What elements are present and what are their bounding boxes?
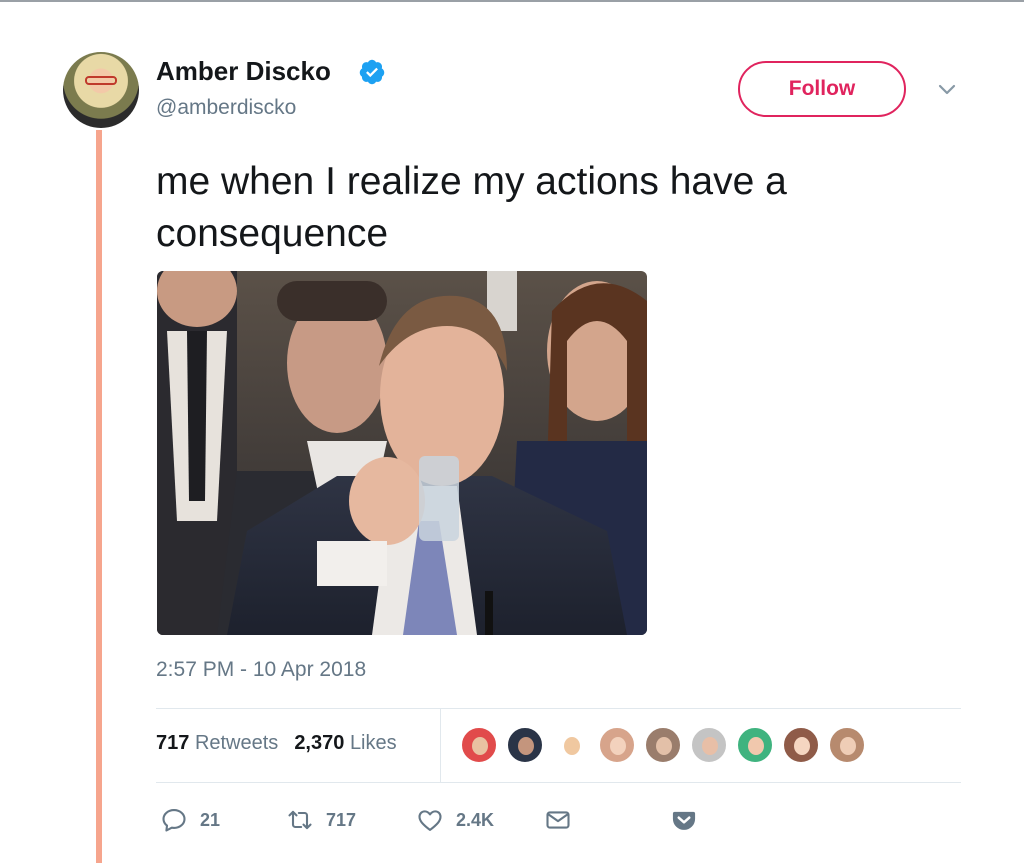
thread-line: [96, 130, 102, 863]
envelope-icon: [546, 811, 570, 829]
tweet-text: me when I realize my actions have a cons…: [156, 160, 787, 255]
retweet-icon: [288, 810, 312, 830]
divider-vertical: [440, 708, 441, 782]
retweets-stat[interactable]: 717 Retweets: [156, 732, 278, 754]
reply-icon: [162, 809, 186, 832]
avatar-glasses: [85, 76, 117, 85]
likes-label: Likes: [349, 732, 397, 754]
liker-avatar[interactable]: [828, 726, 866, 764]
pocket-action[interactable]: [670, 804, 698, 836]
liker-avatar[interactable]: [690, 726, 728, 764]
retweets-count: 717: [156, 732, 190, 754]
author-avatar[interactable]: [63, 52, 139, 128]
reply-action[interactable]: 21: [160, 804, 220, 836]
liker-avatar[interactable]: [782, 726, 820, 764]
like-action[interactable]: 2.4K: [416, 804, 494, 836]
divider-bottom: [156, 782, 961, 783]
retweet-count: 717: [326, 809, 357, 830]
window-top-border: [0, 0, 1024, 2]
pocket-icon: [672, 811, 696, 830]
liker-avatar[interactable]: [644, 726, 682, 764]
reply-count: 21: [200, 809, 221, 830]
tweet-timestamp[interactable]: 2:57 PM - 10 Apr 2018: [156, 658, 366, 682]
liker-avatar[interactable]: [506, 726, 544, 764]
liker-avatar[interactable]: [460, 726, 498, 764]
author-name[interactable]: Amber Discko: [156, 56, 331, 87]
liker-avatars: [460, 726, 874, 766]
like-count: 2.4K: [456, 809, 495, 830]
tweet-stats: 717 Retweets 2,370 Likes: [156, 732, 397, 755]
likes-stat[interactable]: 2,370 Likes: [294, 732, 396, 754]
author-handle[interactable]: @amberdiscko: [156, 96, 296, 120]
retweets-label: Retweets: [194, 732, 279, 754]
retweet-action[interactable]: 717: [286, 804, 356, 836]
heart-icon: [418, 810, 442, 831]
verified-badge-icon: [359, 59, 385, 85]
direct-message-action[interactable]: [544, 804, 572, 836]
follow-button[interactable]: Follow: [738, 61, 906, 117]
chevron-down-icon[interactable]: [934, 80, 960, 100]
tweet-media-photo[interactable]: [157, 271, 647, 635]
liker-avatar[interactable]: [598, 726, 636, 764]
likes-count: 2,370: [294, 732, 345, 754]
divider-top: [156, 708, 961, 709]
liker-avatar[interactable]: [552, 726, 590, 764]
liker-avatar[interactable]: [736, 726, 774, 764]
